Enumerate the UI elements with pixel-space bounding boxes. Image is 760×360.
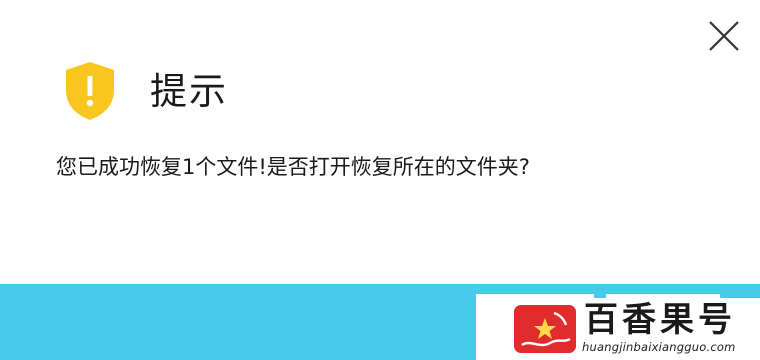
- watermark: 百香果号 huangjinbaixiangguo.com: [502, 298, 760, 360]
- close-button[interactable]: [704, 16, 744, 56]
- watermark-logo: [514, 305, 576, 353]
- shield-warning-icon: [62, 60, 118, 122]
- watermark-brand: 百香果号: [584, 300, 736, 340]
- dialog-message: 您已成功恢复1个文件!是否打开恢复所在的文件夹?: [56, 155, 530, 179]
- watermark-url: huangjinbaixiangguo.com: [582, 340, 736, 354]
- dialog: 提示 您已成功恢复1个文件!是否打开恢复所在的文件夹? I 百香果号 huang…: [0, 0, 760, 360]
- dialog-title: 提示: [150, 70, 228, 113]
- close-icon: [709, 21, 739, 51]
